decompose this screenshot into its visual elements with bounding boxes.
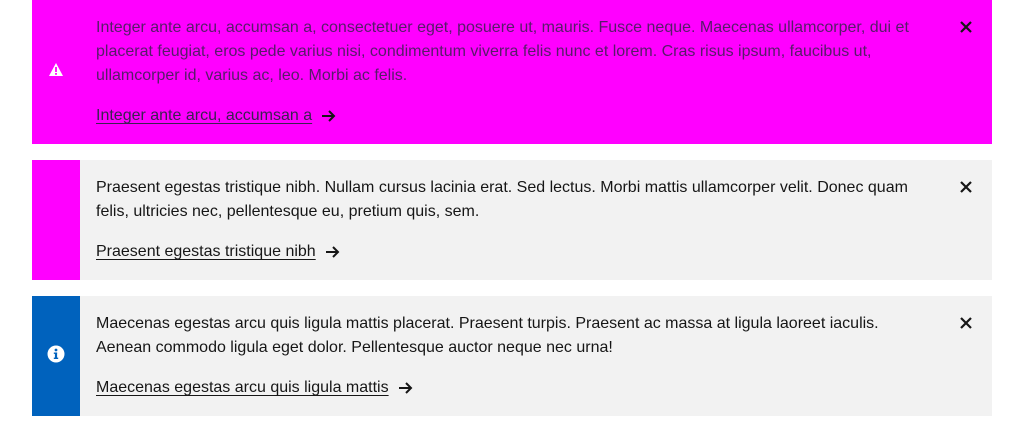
close-icon[interactable] — [959, 20, 973, 144]
notification-link[interactable]: Maecenas egestas arcu quis ligula mattis — [96, 376, 389, 400]
neutral-notification: Praesent egestas tristique nibh. Nullam … — [32, 160, 992, 280]
warning-notification: Integer ante arcu, accumsan a, consectet… — [32, 0, 992, 144]
info-icon — [47, 345, 65, 368]
notification-link-row: Praesent egestas tristique nibh — [96, 240, 936, 264]
notification-link[interactable]: Integer ante arcu, accumsan a — [96, 104, 312, 128]
close-icon[interactable] — [959, 316, 973, 416]
notification-content: Praesent egestas tristique nibh. Nullam … — [80, 160, 936, 280]
arrow-right-icon[interactable] — [324, 243, 342, 261]
notification-link-row: Integer ante arcu, accumsan a — [96, 104, 936, 128]
accent-sidebar — [32, 160, 80, 280]
notification-link[interactable]: Praesent egestas tristique nibh — [96, 240, 316, 264]
notification-content: Integer ante arcu, accumsan a, consectet… — [80, 0, 936, 144]
notification-message: Integer ante arcu, accumsan a, consectet… — [96, 19, 909, 84]
arrow-right-icon[interactable] — [397, 379, 415, 397]
close-icon[interactable] — [959, 180, 973, 280]
notification-content: Maecenas egestas arcu quis ligula mattis… — [80, 296, 936, 416]
info-notification: Maecenas egestas arcu quis ligula mattis… — [32, 296, 992, 416]
info-sidebar — [32, 296, 80, 416]
close-button[interactable] — [936, 296, 996, 416]
notification-message: Maecenas egestas arcu quis ligula mattis… — [96, 315, 879, 356]
notification-message: Praesent egestas tristique nibh. Nullam … — [96, 179, 908, 220]
close-button[interactable] — [936, 0, 996, 144]
warning-sidebar — [32, 0, 80, 144]
arrow-right-icon[interactable] — [320, 107, 338, 125]
warning-icon — [48, 62, 64, 83]
close-button[interactable] — [936, 160, 996, 280]
notification-link-row: Maecenas egestas arcu quis ligula mattis — [96, 376, 936, 400]
